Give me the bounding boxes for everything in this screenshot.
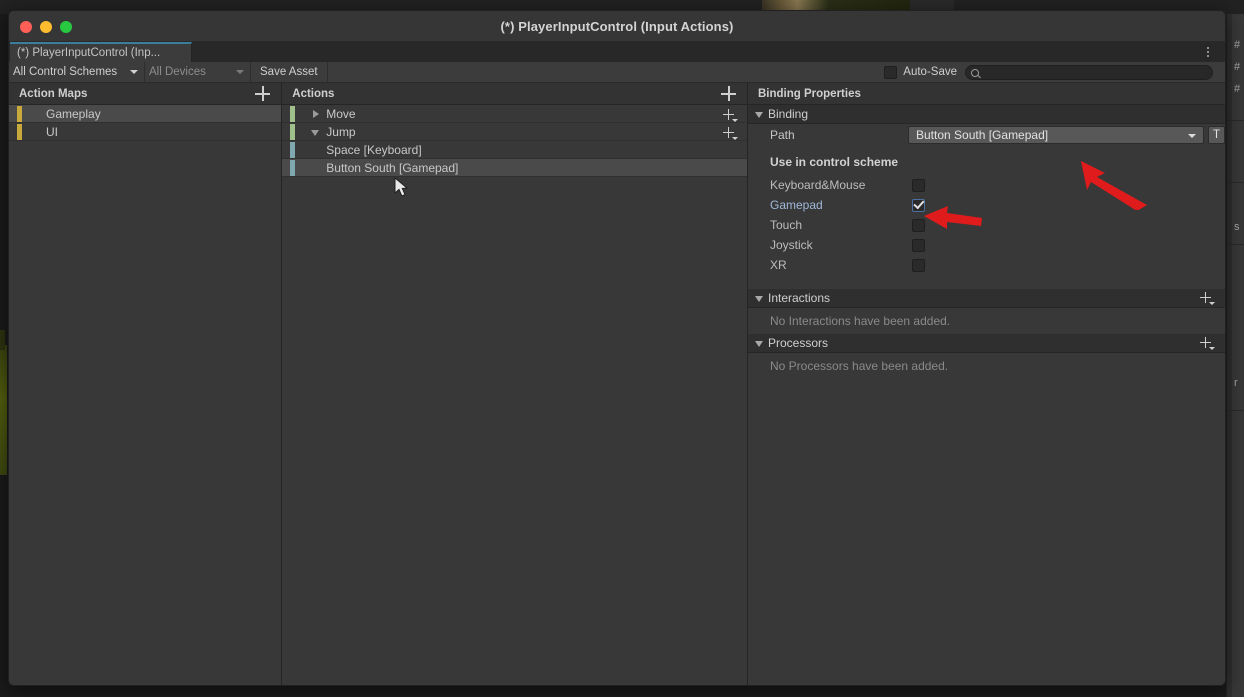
action-maps-panel: Action Maps Gameplay UI: [9, 83, 283, 685]
add-interaction-button[interactable]: [1200, 292, 1215, 305]
more-options-icon[interactable]: [1201, 44, 1215, 60]
scheme-row-joystick: Joystick: [748, 235, 1225, 255]
background-hash-icon-3: #: [1234, 83, 1241, 95]
processors-empty-text: No Processors have been added.: [770, 359, 949, 373]
scheme-row-touch: Touch: [748, 215, 1225, 235]
path-text-mode-button[interactable]: T: [1208, 126, 1225, 144]
editor-panels: Action Maps Gameplay UI Actions Move Jum…: [9, 83, 1225, 685]
auto-save-label: Auto-Save: [903, 66, 957, 78]
binding-color-indicator: [290, 142, 296, 158]
control-schemes-dropdown[interactable]: All Control Schemes: [9, 62, 145, 82]
chevron-right-icon[interactable]: [313, 110, 320, 118]
actions-panel: Actions Move Jump Space [Keyboard] Butto…: [282, 83, 748, 685]
action-color-indicator: [290, 106, 296, 122]
background-glyph-r: r: [1234, 377, 1238, 389]
use-in-control-scheme-label: Use in control scheme: [770, 155, 899, 169]
background-glyph-s: s: [1234, 221, 1240, 233]
auto-save-control: Auto-Save: [884, 62, 965, 82]
action-color-indicator: [290, 124, 296, 140]
background-divider-3: [1228, 244, 1244, 245]
action-map-label: Gameplay: [46, 106, 101, 121]
background-divider-2: [1228, 182, 1244, 183]
binding-label: Space [Keyboard]: [326, 142, 422, 157]
xr-checkbox[interactable]: [912, 258, 925, 272]
chevron-down-icon: [1188, 134, 1196, 138]
background-hash-icon-2: #: [1234, 61, 1241, 73]
toolbar: All Control Schemes All Devices Save Ass…: [9, 62, 1225, 83]
scheme-label: Gamepad: [770, 198, 823, 212]
interactions-empty-text: No Interactions have been added.: [770, 314, 951, 328]
binding-properties-panel: Binding Properties Binding Path Button S…: [748, 83, 1225, 685]
binding-color-indicator: [290, 160, 296, 176]
tab-strip: (*) PlayerInputControl (Inp...: [9, 42, 1225, 62]
action-row-move[interactable]: Move: [282, 105, 747, 123]
scheme-row-xr: XR: [748, 255, 1225, 275]
save-asset-button[interactable]: Save Asset: [251, 62, 328, 82]
auto-save-checkbox[interactable]: [884, 65, 898, 79]
path-dropdown[interactable]: Button South [Gamepad]: [908, 126, 1204, 144]
processors-foldout[interactable]: Processors: [748, 334, 1225, 353]
binding-row-space-keyboard[interactable]: Space [Keyboard]: [282, 141, 747, 159]
action-row-jump[interactable]: Jump: [282, 123, 747, 141]
scheme-label: Joystick: [770, 238, 813, 252]
tab-player-input-control[interactable]: (*) PlayerInputControl (Inp...: [10, 42, 192, 62]
joystick-checkbox[interactable]: [912, 238, 925, 252]
path-label: Path: [770, 128, 795, 142]
interactions-foldout[interactable]: Interactions: [748, 289, 1225, 308]
chevron-down-icon: [755, 112, 763, 118]
action-map-row-gameplay[interactable]: Gameplay: [9, 105, 282, 123]
scheme-label: XR: [770, 258, 787, 272]
scheme-label: Keyboard&Mouse: [770, 178, 866, 192]
path-property-row: Path Button South [Gamepad] T: [748, 124, 1225, 146]
background-divider-1: [1228, 120, 1244, 121]
binding-label: Button South [Gamepad]: [326, 160, 459, 175]
window-titlebar: (*) PlayerInputControl (Input Actions): [9, 11, 1225, 42]
background-hash-icon-1: #: [1234, 39, 1241, 51]
actions-header: Actions: [282, 83, 747, 105]
action-maps-header: Action Maps: [9, 83, 282, 105]
action-map-color-indicator: [17, 124, 22, 140]
search-icon: [971, 68, 979, 77]
search-input[interactable]: [965, 65, 1213, 80]
chevron-down-icon[interactable]: [311, 130, 320, 136]
add-action-map-button[interactable]: [255, 86, 271, 101]
background-right-column: [1232, 14, 1244, 697]
chevron-down-icon: [236, 70, 244, 74]
scheme-row-gamepad: Gamepad: [748, 195, 1225, 215]
background-scene-left-edge-top: [0, 330, 5, 350]
chevron-down-icon: [755, 341, 763, 347]
add-binding-button[interactable]: [723, 109, 738, 122]
binding-properties-header: Binding Properties: [748, 83, 1225, 105]
action-maps-title: Action Maps: [19, 87, 88, 100]
window-title: (*) PlayerInputControl (Input Actions): [500, 19, 734, 34]
add-action-button[interactable]: [721, 86, 736, 101]
control-schemes-label: All Control Schemes: [13, 66, 118, 78]
binding-properties-title: Binding Properties: [758, 87, 861, 100]
action-map-color-indicator: [17, 106, 22, 122]
chevron-down-icon: [755, 296, 763, 302]
toolbar-spacer: [327, 62, 885, 82]
scheme-row-keyboard-mouse: Keyboard&Mouse: [748, 175, 1225, 195]
devices-dropdown[interactable]: All Devices: [145, 62, 251, 82]
binding-foldout-label: Binding: [768, 107, 809, 121]
action-map-row-ui[interactable]: UI: [9, 123, 282, 141]
background-divider-4: [1228, 410, 1244, 411]
path-dropdown-value: Button South [Gamepad]: [916, 128, 1049, 142]
keyboard-mouse-checkbox[interactable]: [912, 178, 925, 192]
actions-title: Actions: [292, 87, 335, 100]
touch-checkbox[interactable]: [912, 218, 925, 232]
binding-foldout[interactable]: Binding: [748, 105, 1225, 124]
processors-title: Processors: [768, 336, 829, 350]
input-actions-window: (*) PlayerInputControl (Input Actions) (…: [8, 10, 1226, 686]
gamepad-checkbox[interactable]: [912, 198, 925, 212]
binding-row-button-south-gamepad[interactable]: Button South [Gamepad]: [282, 159, 747, 177]
scheme-label: Touch: [770, 218, 803, 232]
devices-label: All Devices: [149, 66, 206, 78]
background-scene-left-edge: [0, 345, 7, 475]
add-binding-button[interactable]: [723, 127, 738, 140]
interactions-title: Interactions: [768, 291, 831, 305]
add-processor-button[interactable]: [1200, 337, 1215, 350]
chevron-down-icon: [130, 70, 138, 74]
